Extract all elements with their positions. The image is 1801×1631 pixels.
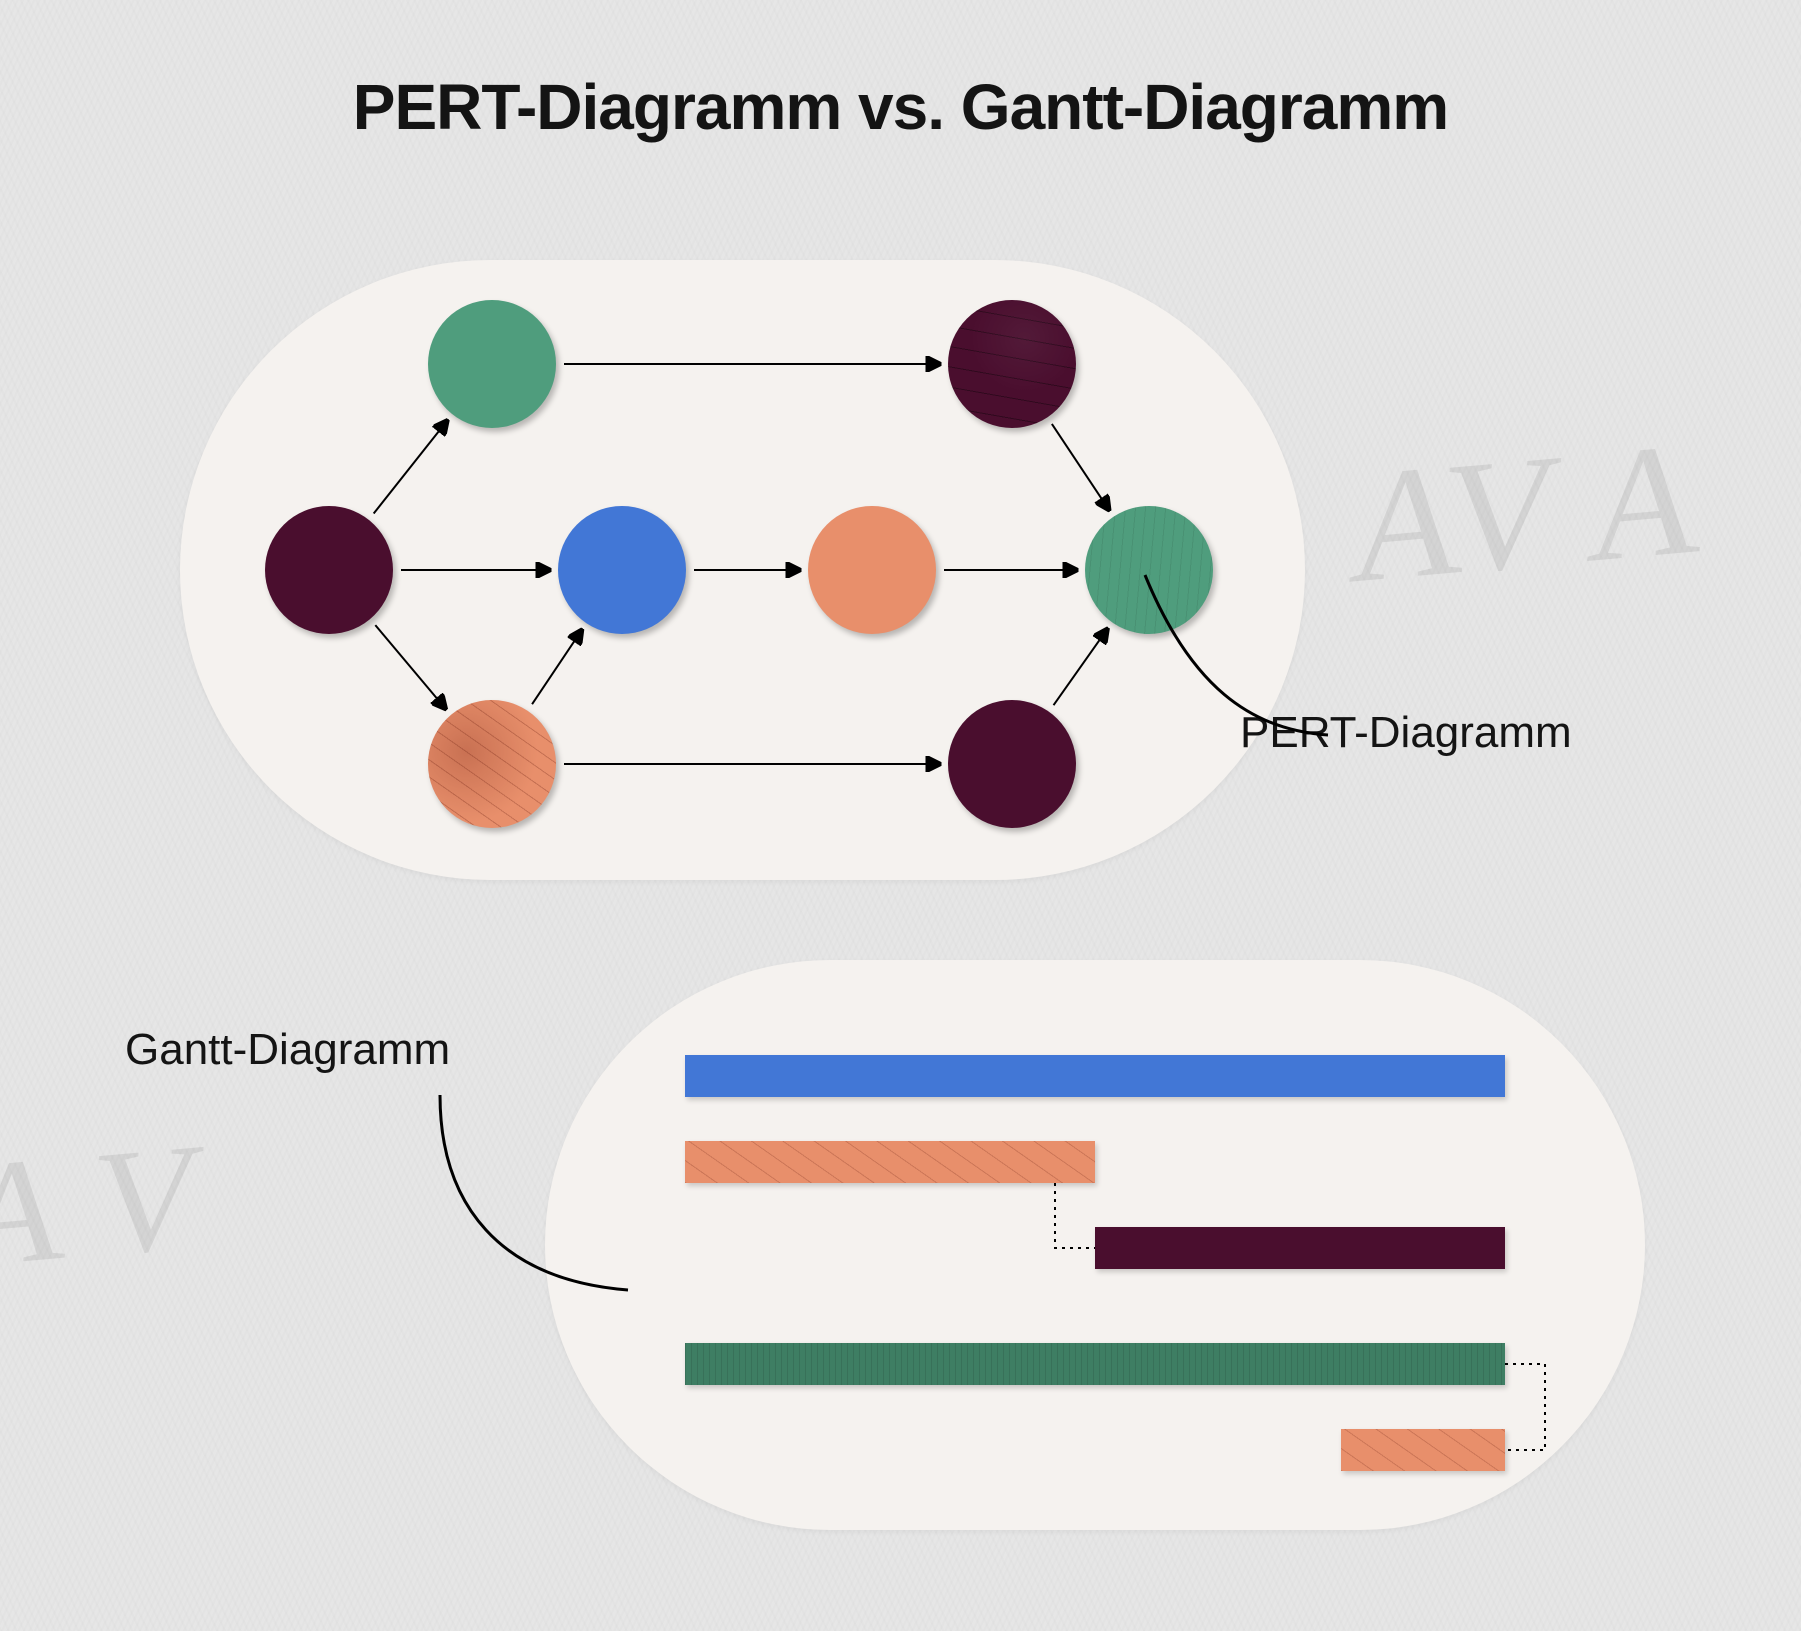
gantt-bar-1 (685, 1055, 1505, 1097)
gantt-bar-5 (1341, 1429, 1505, 1471)
pert-node-g (948, 700, 1076, 828)
gantt-bar-2 (685, 1141, 1095, 1183)
pert-node-f (948, 300, 1076, 428)
pert-node-a (265, 506, 393, 634)
pert-node-c (558, 506, 686, 634)
pert-node-e (808, 506, 936, 634)
gantt-bar-3 (1095, 1227, 1505, 1269)
gantt-label: Gantt-Diagramm (125, 1025, 450, 1075)
pert-node-h (1085, 506, 1213, 634)
bg-texture: AV A (1346, 404, 1709, 621)
pert-node-d (428, 700, 556, 828)
bg-texture: A V (0, 1109, 207, 1304)
pert-node-b (428, 300, 556, 428)
gantt-bar-4 (685, 1343, 1505, 1385)
pert-label: PERT-Diagramm (1240, 708, 1572, 758)
page-title: PERT-Diagramm vs. Gantt-Diagramm (0, 70, 1801, 144)
pert-panel (180, 260, 1305, 880)
gantt-panel (545, 960, 1645, 1530)
